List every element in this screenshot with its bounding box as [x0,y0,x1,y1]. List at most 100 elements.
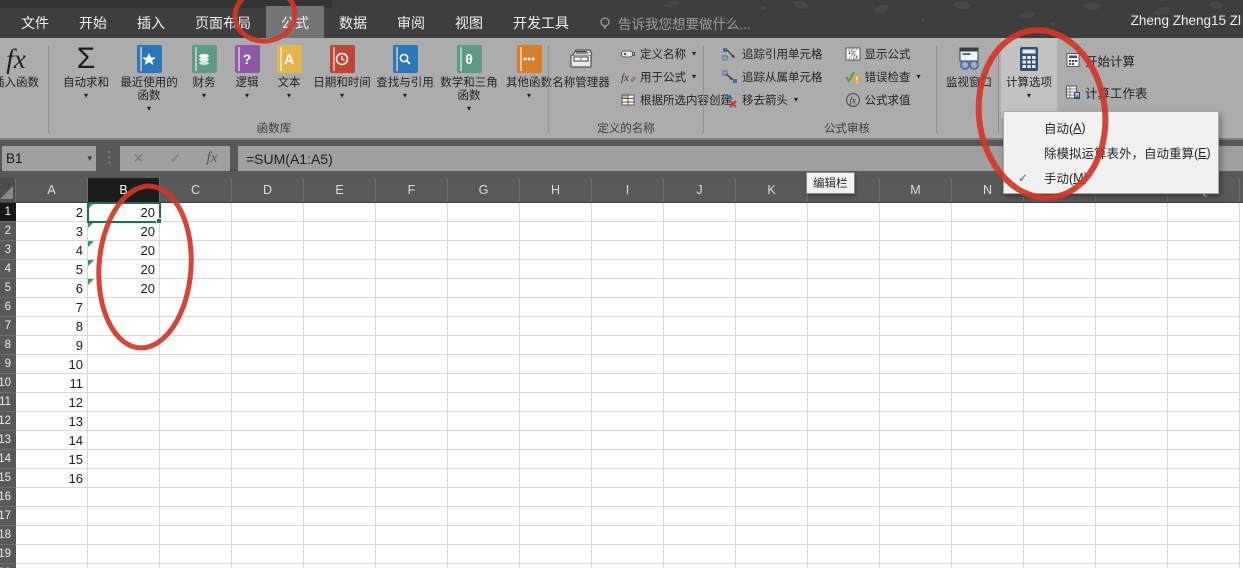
cell-D17[interactable] [232,507,304,526]
cell-M7[interactable] [880,317,952,336]
cell-E11[interactable] [304,393,376,412]
insert-function-icon[interactable]: fx [207,150,218,167]
cell-L8[interactable] [808,336,880,355]
cell-Q18[interactable] [1168,526,1240,545]
cell-L19[interactable] [808,545,880,564]
cell-B6[interactable] [88,298,160,317]
financial-button[interactable]: 财务 ▾ [182,38,226,118]
cell-B20[interactable] [88,564,160,568]
cell-N2[interactable] [952,222,1024,241]
cell-Q19[interactable] [1168,545,1240,564]
cell-J4[interactable] [664,260,736,279]
cell-C14[interactable] [160,450,232,469]
cell-O10[interactable] [1024,374,1096,393]
cell-N11[interactable] [952,393,1024,412]
cell-L18[interactable] [808,526,880,545]
cell-Q11[interactable] [1168,393,1240,412]
row-header-7[interactable]: 7 [0,317,16,336]
cell-K15[interactable] [736,469,808,488]
column-header-A[interactable]: A [16,178,88,202]
date-time-button[interactable]: 日期和时间 ▾ [310,38,374,118]
cell-B11[interactable] [88,393,160,412]
cell-P4[interactable] [1096,260,1168,279]
cell-H14[interactable] [520,450,592,469]
cell-J19[interactable] [664,545,736,564]
cell-F19[interactable] [376,545,448,564]
name-manager-button[interactable]: 名称管理器 [552,38,610,118]
cell-B8[interactable] [88,336,160,355]
cell-P5[interactable] [1096,279,1168,298]
cell-E15[interactable] [304,469,376,488]
cell-J20[interactable] [664,564,736,568]
cell-D20[interactable] [232,564,304,568]
cell-G4[interactable] [448,260,520,279]
cell-F4[interactable] [376,260,448,279]
cell-J18[interactable] [664,526,736,545]
tab-developer[interactable]: 开发工具 [498,6,584,39]
cell-P14[interactable] [1096,450,1168,469]
cell-D10[interactable] [232,374,304,393]
cell-Q9[interactable] [1168,355,1240,374]
cell-C9[interactable] [160,355,232,374]
cell-E19[interactable] [304,545,376,564]
row-header-17[interactable]: 17 [0,507,16,526]
cell-Q17[interactable] [1168,507,1240,526]
cell-B14[interactable] [88,450,160,469]
tab-home[interactable]: 开始 [64,6,122,39]
row-header-1[interactable]: 1 [0,203,16,222]
cell-N8[interactable] [952,336,1024,355]
cell-K3[interactable] [736,241,808,260]
cell-N14[interactable] [952,450,1024,469]
cell-C16[interactable] [160,488,232,507]
cell-N3[interactable] [952,241,1024,260]
row-header-12[interactable]: 12 [0,412,16,431]
cell-G8[interactable] [448,336,520,355]
cell-C1[interactable] [160,203,232,222]
cell-O14[interactable] [1024,450,1096,469]
cell-F1[interactable] [376,203,448,222]
cell-N1[interactable] [952,203,1024,222]
cell-A11[interactable]: 12 [16,393,88,412]
cell-J16[interactable] [664,488,736,507]
cell-N20[interactable] [952,564,1024,568]
cell-I3[interactable] [592,241,664,260]
cell-G11[interactable] [448,393,520,412]
row-header-16[interactable]: 16 [0,488,16,507]
column-header-B[interactable]: B [88,178,160,202]
cell-Q12[interactable] [1168,412,1240,431]
cell-P20[interactable] [1096,564,1168,568]
cell-H17[interactable] [520,507,592,526]
cell-E12[interactable] [304,412,376,431]
cell-N4[interactable] [952,260,1024,279]
cell-C20[interactable] [160,564,232,568]
row-header-4[interactable]: 4 [0,260,16,279]
cell-L10[interactable] [808,374,880,393]
cell-A9[interactable]: 10 [16,355,88,374]
row-header-2[interactable]: 2 [0,222,16,241]
row-header-9[interactable]: 9 [0,355,16,374]
cell-N10[interactable] [952,374,1024,393]
cell-D7[interactable] [232,317,304,336]
cell-A4[interactable]: 5 [16,260,88,279]
cell-O15[interactable] [1024,469,1096,488]
cell-E3[interactable] [304,241,376,260]
cell-J14[interactable] [664,450,736,469]
cell-E7[interactable] [304,317,376,336]
cell-E14[interactable] [304,450,376,469]
cell-C8[interactable] [160,336,232,355]
cell-P13[interactable] [1096,431,1168,450]
cell-K18[interactable] [736,526,808,545]
cell-H6[interactable] [520,298,592,317]
cell-A15[interactable]: 16 [16,469,88,488]
cell-D6[interactable] [232,298,304,317]
cell-A8[interactable]: 9 [16,336,88,355]
calc-menu-item-manual[interactable]: ✓ 手动(M) [1004,165,1218,190]
cell-B3[interactable]: 20 [88,241,160,260]
cell-P15[interactable] [1096,469,1168,488]
cell-K20[interactable] [736,564,808,568]
cell-K8[interactable] [736,336,808,355]
cell-H2[interactable] [520,222,592,241]
cell-F5[interactable] [376,279,448,298]
cell-G14[interactable] [448,450,520,469]
cell-P12[interactable] [1096,412,1168,431]
